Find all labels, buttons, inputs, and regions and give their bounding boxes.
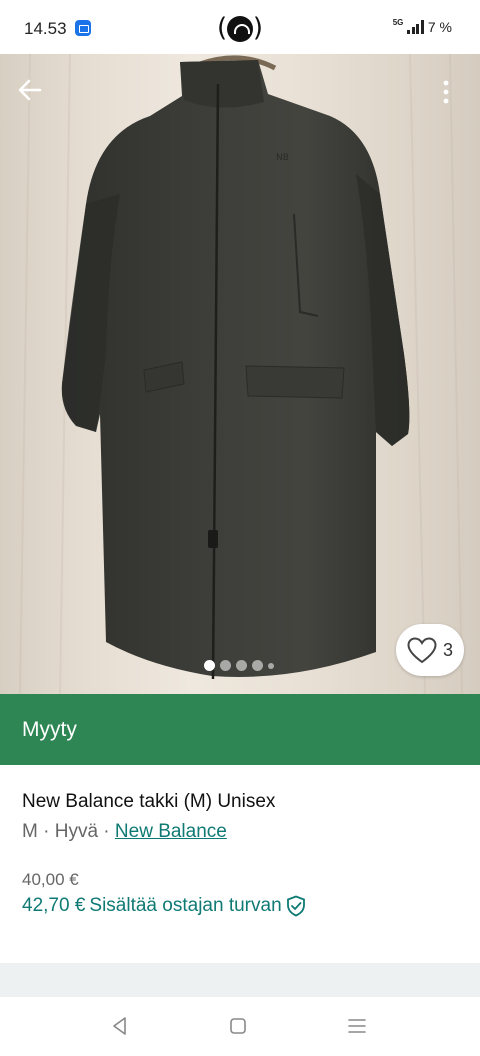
meta-separator: · [103,821,110,842]
nav-home-icon[interactable] [226,1014,250,1038]
status-time: 14.53 [24,19,67,38]
brand-link[interactable]: New Balance [115,821,227,842]
carousel-dot[interactable] [220,660,231,671]
nav-recents-icon[interactable] [345,1014,369,1038]
svg-text:NB: NB [276,153,289,163]
buyer-protection-label: Sisältää ostajan turvan [89,895,282,916]
carousel-dot[interactable] [236,660,247,671]
meta-separator: · [43,821,50,842]
favourite-count: 3 [442,639,453,660]
sold-banner: Myyty [0,694,480,765]
section-divider [0,963,480,997]
item-condition: Hyvä [54,821,99,842]
more-vertical-icon[interactable] [428,74,464,110]
notification-app-icon [75,20,91,36]
carousel-dot[interactable] [268,662,274,669]
status-bar: 14.53 () 5G 7 % [0,0,480,54]
favourite-button[interactable]: 3 [396,624,464,676]
buyer-protection-row[interactable]: 42,70 € Sisältää ostajan turvan [22,895,306,917]
carousel-dot[interactable] [204,660,215,671]
heart-icon [407,636,437,663]
nav-back-icon[interactable] [108,1014,132,1038]
listing-photo-carousel[interactable]: NB 3 [0,54,480,694]
signal-icon [407,20,424,34]
carousel-indicator [204,660,274,671]
network-type: 5G [392,17,404,27]
buyer-price: 42,70 € [22,895,86,916]
item-title: New Balance takki (M) Unisex [22,791,276,812]
item-size: M [22,821,38,842]
status-indicators: 5G 7 % [392,17,452,36]
battery-level: 7 % [427,19,452,35]
coat-photo: NB [19,54,463,694]
system-navigation-bar [0,997,480,1056]
back-arrow-icon[interactable] [14,74,46,106]
carousel-dot[interactable] [252,660,263,671]
hotspot-icon: () [217,13,263,43]
item-price: 40,00 € [22,870,79,889]
shield-check-icon [286,895,305,917]
item-meta: M · Hyvä · New Balance [22,821,227,843]
sold-label: Myyty [22,717,77,741]
